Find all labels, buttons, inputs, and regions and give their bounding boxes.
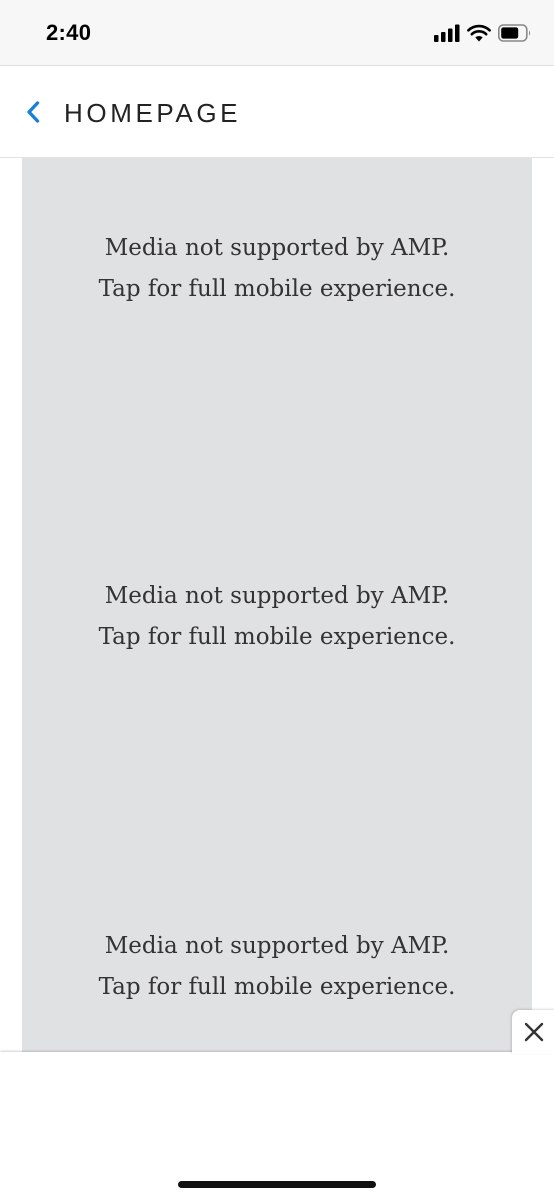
- media-placeholder[interactable]: Media not supported by AMP. Tap for full…: [22, 576, 532, 658]
- media-placeholder-line1: Media not supported by AMP.: [104, 933, 450, 959]
- status-bar: 2:40: [0, 0, 554, 66]
- wifi-icon: [467, 24, 491, 42]
- article-content[interactable]: Media not supported by AMP. Tap for full…: [22, 158, 532, 1052]
- sticky-ad-footer: [0, 1052, 554, 1200]
- media-placeholder-line1: Media not supported by AMP.: [104, 235, 450, 261]
- battery-icon: [498, 24, 532, 42]
- close-ad-button[interactable]: [512, 1010, 554, 1054]
- page-title: HOMEPAGE: [64, 98, 242, 128]
- status-icons: [434, 22, 532, 44]
- media-placeholder[interactable]: Media not supported by AMP. Tap for full…: [22, 228, 532, 310]
- chevron-left-icon: [27, 101, 40, 123]
- media-placeholder-line2: Tap for full mobile experience.: [98, 974, 456, 1000]
- media-placeholder-line2: Tap for full mobile experience.: [98, 276, 456, 302]
- cellular-signal-icon: [434, 24, 460, 42]
- media-placeholder-line2: Tap for full mobile experience.: [98, 624, 456, 650]
- close-icon: [524, 1022, 544, 1042]
- back-button[interactable]: [18, 94, 48, 130]
- nav-bar: HOMEPAGE: [0, 66, 554, 158]
- media-placeholder[interactable]: Media not supported by AMP. Tap for full…: [22, 926, 532, 1008]
- home-indicator[interactable]: [178, 1181, 376, 1188]
- media-placeholder-line1: Media not supported by AMP.: [104, 583, 450, 609]
- status-time: 2:40: [46, 20, 92, 45]
